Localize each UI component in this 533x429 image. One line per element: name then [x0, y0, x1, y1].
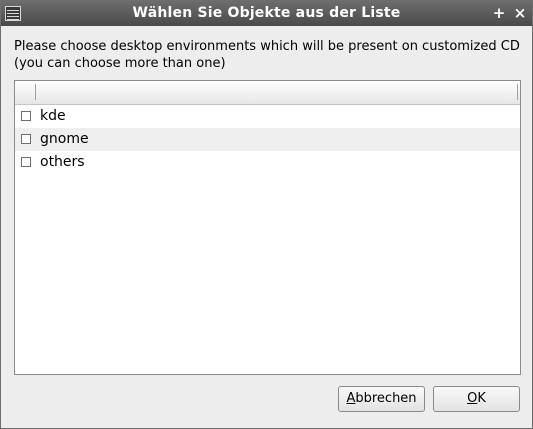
list-item-gnome[interactable]: gnome [15, 128, 520, 151]
ok-mnemonic: O [467, 391, 478, 406]
column-header-name[interactable] [36, 84, 518, 100]
environment-list[interactable]: kde gnome others [14, 80, 521, 375]
list-item-others[interactable]: others [15, 151, 520, 174]
checkbox[interactable] [21, 111, 31, 121]
list-item-label: kde [40, 108, 66, 124]
ok-label: K [477, 391, 486, 406]
cancel-label: bbrechen [355, 391, 417, 406]
list-item-kde[interactable]: kde [15, 105, 520, 128]
dialog-window: Wählen Sie Objekte aus der Liste + × Ple… [0, 0, 533, 429]
title-bar[interactable]: Wählen Sie Objekte aus der Liste + × [1, 1, 532, 26]
ok-button[interactable]: OK [433, 386, 520, 412]
prompt-line-2: (you can choose more than one) [14, 56, 226, 71]
list-item-label: others [40, 154, 85, 170]
window-title: Wählen Sie Objekte aus der Liste [132, 5, 401, 21]
prompt-line-1: Please choose desktop environments which… [14, 39, 520, 54]
close-icon[interactable]: × [512, 4, 528, 22]
list-header [15, 81, 520, 105]
list-item-label: gnome [40, 131, 89, 147]
column-header-check[interactable] [15, 84, 36, 100]
prompt-text: Please choose desktop environments which… [14, 38, 520, 72]
checkbox[interactable] [21, 157, 31, 167]
plus-icon[interactable]: + [491, 4, 507, 22]
checkbox[interactable] [21, 134, 31, 144]
cancel-button[interactable]: Abbrechen [338, 386, 425, 412]
